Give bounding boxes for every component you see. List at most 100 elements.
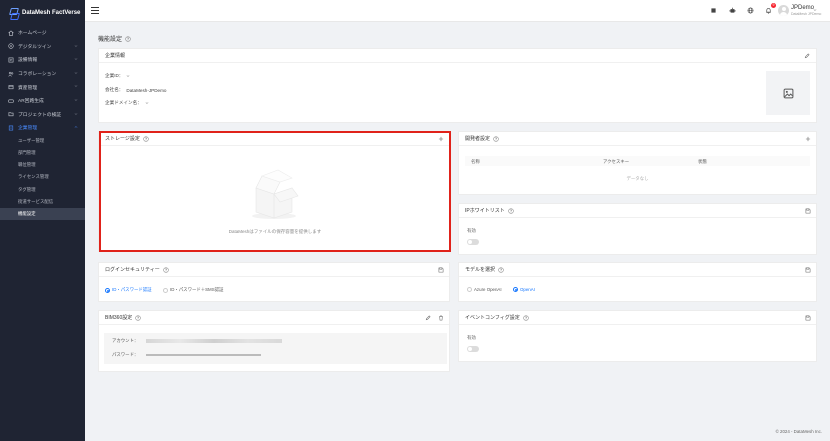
column-header: 名称 (471, 158, 480, 164)
chevron-down-icon[interactable] (126, 74, 130, 78)
save-icon[interactable] (438, 267, 444, 273)
add-icon[interactable] (805, 136, 811, 142)
card-header: モデルを選択 (459, 263, 816, 277)
enterprise-icon (8, 125, 14, 131)
radio-dot (467, 287, 472, 292)
company-domain-field: 企業ドメイン名： (105, 100, 149, 106)
help-icon[interactable] (498, 266, 504, 273)
column-header: アクセスキー (603, 158, 630, 164)
account-label: アカウント： (112, 338, 139, 343)
brand-logo-icon (9, 8, 18, 18)
menu-toggle-icon[interactable] (91, 7, 99, 14)
empty-box-icon (252, 169, 299, 219)
add-icon[interactable] (438, 136, 444, 142)
page-title: 機能設定 (98, 34, 131, 43)
chevron-down-icon (74, 85, 78, 88)
delete-icon[interactable] (438, 315, 444, 321)
screen-icon[interactable] (710, 7, 717, 14)
sidebar-item-asset[interactable]: 資産管理 (0, 80, 85, 94)
sidebar-item-label: 資産管理 (18, 85, 38, 91)
help-icon[interactable] (493, 135, 499, 142)
chevron-up-icon (74, 126, 78, 128)
chevron-down-icon[interactable] (813, 8, 817, 12)
sidebar-item-label: プロジェクトの検証 (18, 112, 62, 118)
sidebar-subitem-licenses[interactable]: ライセンス管理 (0, 171, 85, 183)
card-title: ログインセキュリティー (105, 267, 160, 273)
sidebar-item-project[interactable]: プロジェクトの検証 (0, 108, 85, 122)
sidebar-item-label: デジタルツイン (18, 44, 52, 50)
edit-icon[interactable] (425, 315, 431, 321)
sidebar-item-collaboration[interactable]: コラボレーション (0, 67, 85, 81)
help-icon[interactable] (135, 314, 141, 321)
event-config-toggle[interactable] (467, 346, 479, 352)
radio-label: Azure OpenAI (474, 287, 502, 292)
save-icon[interactable] (805, 208, 811, 214)
sidebar-item-device[interactable]: 設備情報 (0, 53, 85, 67)
sidebar-subitem-positions[interactable]: 職位管理 (0, 159, 85, 171)
bell-icon[interactable] (765, 7, 772, 14)
sidebar-subitem-label: ユーザー管理 (18, 137, 45, 143)
sidebar-item-digital-twin[interactable]: デジタルツイン (0, 40, 85, 54)
model-option-azure-openai[interactable]: Azure OpenAI (467, 287, 502, 292)
event-config-card: イベントコンフィグ設定 有効 (458, 310, 817, 362)
login-option-password-sms[interactable]: ID・パスワード＋SMS認証 (163, 287, 223, 293)
chevron-down-icon (74, 44, 78, 47)
avatar[interactable] (778, 5, 789, 16)
sidebar-item-ar[interactable]: AR回路生成 (0, 94, 85, 108)
card-header: イベントコンフィグ設定 (459, 311, 816, 325)
chevron-down-icon[interactable] (145, 101, 149, 105)
card-header: ログインセキュリティー (99, 263, 449, 277)
robot-icon[interactable] (729, 7, 736, 14)
sidebar-item-label: ホームページ (18, 31, 47, 37)
user-org: DataMesh JPDemo (791, 12, 822, 16)
card-title: イベントコンフィグ設定 (465, 315, 520, 321)
card-title: 企業情報 (105, 53, 126, 59)
sidebar-item-label: 設備情報 (18, 58, 38, 64)
top-header: 9 JPDemo DataMesh JPDemo (85, 0, 830, 22)
user-name[interactable]: JPDemo (791, 5, 814, 11)
sidebar-subitem-users[interactable]: ユーザー管理 (0, 135, 85, 147)
brand[interactable]: DataMesh FactVerse (0, 0, 85, 26)
company-logo-placeholder[interactable] (766, 71, 810, 115)
card-title: モデルを選択 (465, 267, 496, 273)
sidebar-subitem-tags[interactable]: タグ管理 (0, 184, 85, 196)
help-icon[interactable] (523, 314, 529, 321)
card-title: 開発者設定 (465, 136, 491, 142)
sidebar: DataMesh FactVerse ホームページ デジタルツイン 設備情報 コ… (0, 0, 85, 441)
sidebar-item-home[interactable]: ホームページ (0, 26, 85, 40)
login-option-password[interactable]: ID・パスワード認証 (105, 287, 152, 293)
globe-icon[interactable] (747, 7, 754, 14)
save-icon[interactable] (805, 267, 811, 273)
notification-badge: 9 (771, 3, 776, 8)
sidebar-subitem-label: 機能設定 (18, 210, 36, 216)
sidebar-subitem-label: ライセンス管理 (18, 174, 49, 180)
sidebar-subitem-departments[interactable]: 部門管理 (0, 147, 85, 159)
sidebar-subitem-service-delivery[interactable]: 街道サービス配信 (0, 196, 85, 208)
model-select-card: モデルを選択 Azure OpenAI OpenAI (458, 262, 817, 302)
card-title: BIM360設定 (105, 315, 133, 321)
sidebar-subitem-feature-settings[interactable]: 機能設定 (0, 207, 85, 221)
company-id-field: 企業ID： (105, 73, 130, 79)
field-label: 会社名： (105, 87, 124, 92)
help-icon[interactable] (125, 35, 131, 42)
field-value: DataMesh-JPDemo (126, 87, 167, 93)
help-icon[interactable] (143, 135, 149, 142)
radio-label: ID・パスワード＋SMS認証 (170, 287, 224, 292)
sidebar-item-label: コラボレーション (18, 72, 57, 78)
model-option-openai[interactable]: OpenAI (513, 287, 535, 292)
edit-icon[interactable] (804, 53, 810, 59)
card-header: ストレージ設定 (99, 132, 449, 146)
sidebar-nav: ホームページ デジタルツイン 設備情報 コラボレーション 資産管理 AR回路生成 (0, 26, 85, 221)
help-icon[interactable] (163, 266, 169, 273)
sidebar-item-enterprise[interactable]: 企業管理 (0, 121, 85, 135)
field-label: 企業ドメイン名： (105, 100, 142, 105)
help-icon[interactable] (508, 207, 514, 214)
chevron-down-icon (74, 99, 78, 101)
card-header: BIM360設定 (99, 311, 449, 325)
radio-label: OpenAI (520, 287, 535, 292)
password-label: パスワード： (112, 352, 139, 357)
device-icon (8, 57, 14, 63)
ip-whitelist-toggle[interactable] (467, 239, 479, 245)
save-icon[interactable] (805, 315, 811, 321)
card-title: ストレージ設定 (105, 136, 140, 142)
